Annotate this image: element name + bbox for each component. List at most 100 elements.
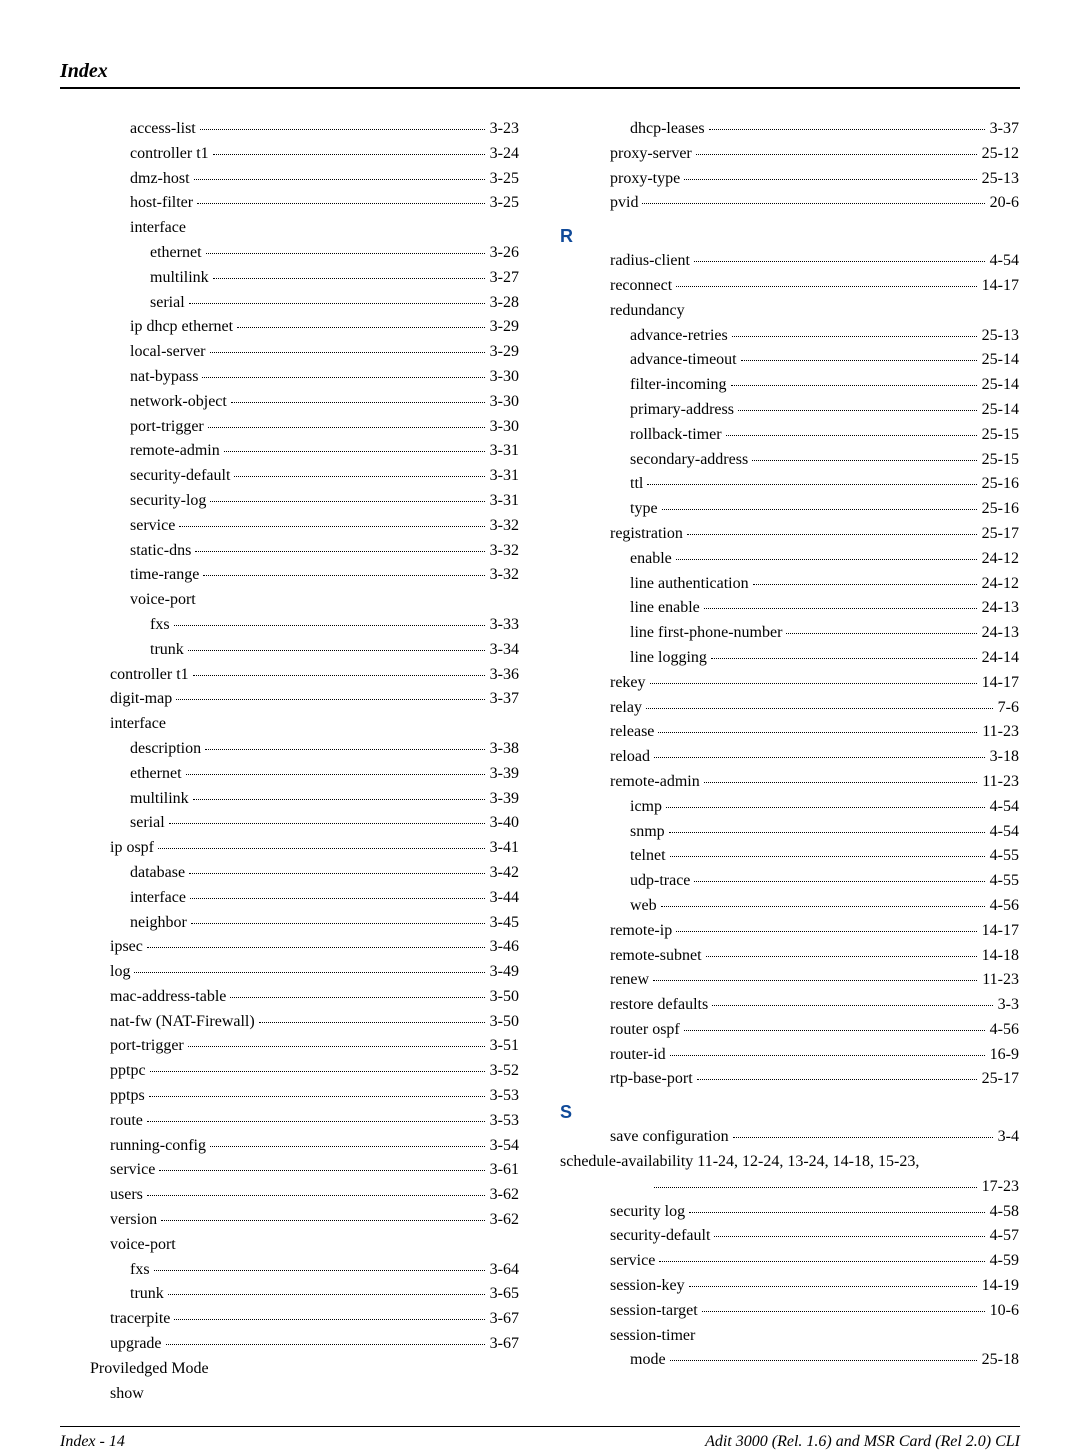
index-group: voice-port bbox=[60, 1233, 520, 1258]
index-entry-page: 3-62 bbox=[489, 1208, 520, 1233]
index-entry-label: network-object bbox=[130, 390, 227, 415]
index-entry-page: 3-32 bbox=[489, 514, 520, 539]
index-entry: security-default 4-57 bbox=[560, 1224, 1020, 1249]
index-group: interface bbox=[60, 712, 520, 737]
index-entry: dhcp-leases 3-37 bbox=[560, 117, 1020, 142]
index-entry-label: advance-timeout bbox=[630, 348, 737, 373]
index-entry-label: upgrade bbox=[110, 1332, 162, 1357]
index-entry: static-dns 3-32 bbox=[60, 539, 520, 564]
index-entry-page: 25-16 bbox=[981, 497, 1020, 522]
index-entry-label: mode bbox=[630, 1348, 666, 1373]
index-entry-page: 25-16 bbox=[981, 472, 1020, 497]
index-entry-page: 14-19 bbox=[981, 1274, 1020, 1299]
index-entry-label: renew bbox=[610, 968, 649, 993]
index-entry: mac-address-table 3-50 bbox=[60, 985, 520, 1010]
index-entry: nat-bypass 3-30 bbox=[60, 365, 520, 390]
index-entry: serial 3-28 bbox=[60, 291, 520, 316]
index-entry-label: session-key bbox=[610, 1274, 685, 1299]
index-entry: ethernet 3-26 bbox=[60, 241, 520, 266]
index-entry-label: dmz-host bbox=[130, 167, 190, 192]
index-entry-label: line logging bbox=[630, 646, 707, 671]
index-entry-page: 20-6 bbox=[989, 191, 1020, 216]
index-group: voice-port bbox=[60, 588, 520, 613]
index-entry: host-filter 3-25 bbox=[60, 191, 520, 216]
index-entry-page: 3-30 bbox=[489, 390, 520, 415]
index-entry: controller t1 3-24 bbox=[60, 142, 520, 167]
index-entry: router ospf 4-56 bbox=[560, 1018, 1020, 1043]
index-entry-label: save configuration bbox=[610, 1125, 729, 1150]
index-entry-label: type bbox=[630, 497, 658, 522]
index-entry-label: relay bbox=[610, 696, 642, 721]
index-entry-page: 3-33 bbox=[489, 613, 520, 638]
index-entry-label: running-config bbox=[110, 1134, 206, 1159]
index-group: Proviledged Mode bbox=[60, 1357, 520, 1382]
index-entry: security log 4-58 bbox=[560, 1200, 1020, 1225]
index-entry: reconnect 14-17 bbox=[560, 274, 1020, 299]
index-entry: tracerpite 3-67 bbox=[60, 1307, 520, 1332]
index-entry: primary-address 25-14 bbox=[560, 398, 1020, 423]
index-entry-page: 3-32 bbox=[489, 539, 520, 564]
index-entry: type 25-16 bbox=[560, 497, 1020, 522]
index-entry: controller t1 3-36 bbox=[60, 663, 520, 688]
index-entry-label: digit-map bbox=[110, 687, 172, 712]
index-entry: router-id 16-9 bbox=[560, 1043, 1020, 1068]
index-entry-page: 3-50 bbox=[489, 1010, 520, 1035]
index-entry-page: 3-24 bbox=[489, 142, 520, 167]
index-entry-label: multilink bbox=[130, 787, 189, 812]
index-group: show bbox=[60, 1382, 520, 1407]
index-entry-label: router-id bbox=[610, 1043, 666, 1068]
index-entry: registration 25-17 bbox=[560, 522, 1020, 547]
index-entry-label: service bbox=[110, 1158, 155, 1183]
index-entry: ethernet 3-39 bbox=[60, 762, 520, 787]
index-entry-page: 3-37 bbox=[989, 117, 1020, 142]
index-entry-page: 3-40 bbox=[489, 811, 520, 836]
index-entry-label: ethernet bbox=[150, 241, 202, 266]
index-entry: rollback-timer 25-15 bbox=[560, 423, 1020, 448]
index-entry: serial 3-40 bbox=[60, 811, 520, 836]
index-entry-page: 3-36 bbox=[489, 663, 520, 688]
index-entry-page: 3-52 bbox=[489, 1059, 520, 1084]
index-entry-page: 3-30 bbox=[489, 365, 520, 390]
index-entry-label: remote-admin bbox=[610, 770, 700, 795]
index-entry-page: 25-17 bbox=[981, 1067, 1020, 1092]
index-entry-page: 25-15 bbox=[981, 448, 1020, 473]
right-column: dhcp-leases 3-37proxy-server 25-12proxy-… bbox=[560, 117, 1020, 1406]
index-entry-page: 14-17 bbox=[981, 274, 1020, 299]
index-entry: multilink 3-27 bbox=[60, 266, 520, 291]
index-entry-label: route bbox=[110, 1109, 143, 1134]
index-entry: ttl 25-16 bbox=[560, 472, 1020, 497]
header-title: Index bbox=[60, 60, 108, 82]
index-entry: interface 3-44 bbox=[60, 886, 520, 911]
index-entry-page: 3-38 bbox=[489, 737, 520, 762]
index-entry: digit-map 3-37 bbox=[60, 687, 520, 712]
index-entry: trunk 3-34 bbox=[60, 638, 520, 663]
index-entry: ip ospf 3-41 bbox=[60, 836, 520, 861]
index-entry-page: 3-51 bbox=[489, 1034, 520, 1059]
index-entry-page: 3-31 bbox=[489, 489, 520, 514]
index-entry: ip dhcp ethernet 3-29 bbox=[60, 315, 520, 340]
index-entry: access-list 3-23 bbox=[60, 117, 520, 142]
index-entry-label: description bbox=[130, 737, 201, 762]
index-entry: running-config 3-54 bbox=[60, 1134, 520, 1159]
index-entry: filter-incoming 25-14 bbox=[560, 373, 1020, 398]
index-entry-label: pvid bbox=[610, 191, 638, 216]
index-entry-label: line authentication bbox=[630, 572, 749, 597]
index-entry-page: 3-26 bbox=[489, 241, 520, 266]
index-entry-page: 3-3 bbox=[997, 993, 1020, 1018]
index-entry-page: 3-18 bbox=[989, 745, 1020, 770]
index-entry-label: rtp-base-port bbox=[610, 1067, 693, 1092]
index-entry-page: 3-39 bbox=[489, 787, 520, 812]
index-entry-page: 3-29 bbox=[489, 315, 520, 340]
index-entry-label: multilink bbox=[150, 266, 209, 291]
index-entry-label: security-log bbox=[130, 489, 206, 514]
index-entry-label: remote-ip bbox=[610, 919, 672, 944]
index-entry-label: ipsec bbox=[110, 935, 143, 960]
page-header: Index bbox=[60, 60, 1020, 89]
index-entry-label: line first-phone-number bbox=[630, 621, 782, 646]
page: Index access-list 3-23controller t1 3-24… bbox=[0, 0, 1080, 1397]
index-entry-page: 25-14 bbox=[981, 373, 1020, 398]
index-entry-label: ethernet bbox=[130, 762, 182, 787]
index-entry-label: ip ospf bbox=[110, 836, 154, 861]
index-entry-page: 3-49 bbox=[489, 960, 520, 985]
index-entry-page: 4-56 bbox=[989, 894, 1020, 919]
